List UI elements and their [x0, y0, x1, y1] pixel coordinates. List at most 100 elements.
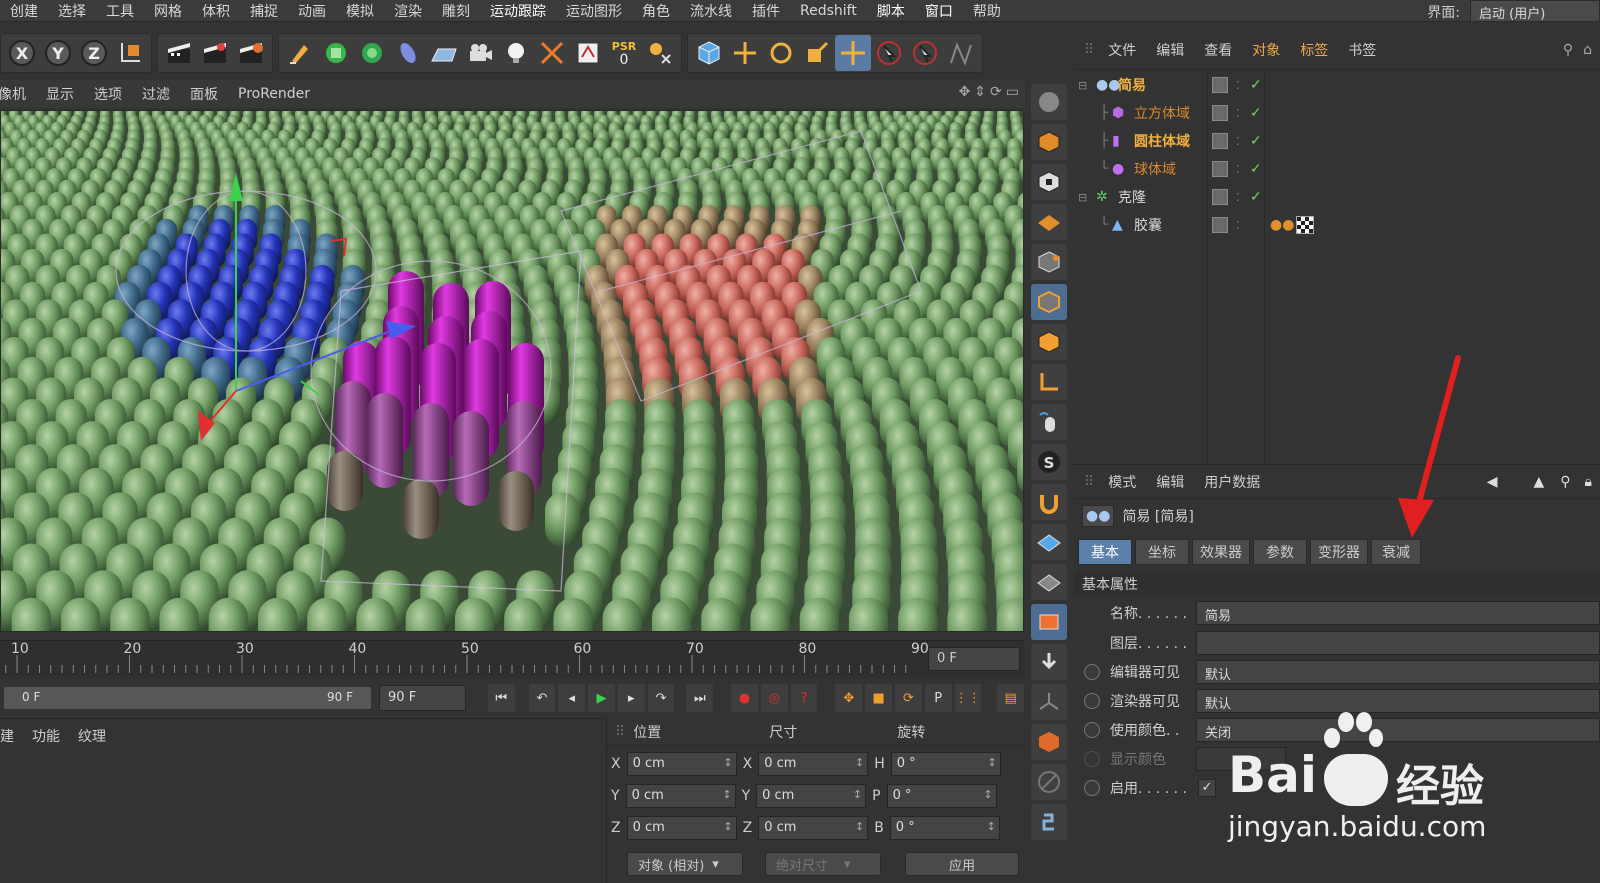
preview-range-slider[interactable]: 0 F 90 F	[4, 687, 372, 709]
om-menu-objects[interactable]: 对象	[1242, 40, 1290, 60]
python-icon[interactable]	[1031, 804, 1067, 840]
subdivision-icon[interactable]	[354, 35, 390, 71]
key-position-icon[interactable]: ✥	[835, 684, 863, 712]
search-icon[interactable]: ⚲	[1563, 42, 1573, 58]
make-editable-icon[interactable]	[1031, 84, 1067, 120]
menu-plugins[interactable]: 插件	[742, 1, 790, 21]
menu-snap[interactable]: 捕捉	[240, 1, 288, 21]
size-z-input[interactable]: 0 cm	[758, 816, 869, 840]
viewport-scene[interactable]	[1, 111, 1024, 632]
maximize-view-icon[interactable]: ▭	[1006, 84, 1019, 100]
menu-help[interactable]: 帮助	[963, 1, 1011, 21]
render-to-picture-viewer-icon[interactable]	[197, 35, 233, 71]
material-menu-function[interactable]: 功能	[32, 726, 60, 746]
tab-basic[interactable]: 基本	[1078, 539, 1132, 565]
live-selection-cube-icon[interactable]	[691, 35, 727, 71]
key-pla-icon[interactable]: ⋮⋮	[954, 684, 982, 712]
material-menu-texture[interactable]: 纹理	[78, 726, 106, 746]
pen-tool-icon[interactable]	[282, 35, 318, 71]
menu-pipeline[interactable]: 流水线	[680, 1, 742, 21]
layer-flag[interactable]	[1212, 105, 1228, 121]
tab-deformer[interactable]: 变形器	[1310, 539, 1368, 565]
menu-mograph[interactable]: 运动图形	[556, 1, 632, 21]
key-parameter-icon[interactable]: P	[924, 684, 952, 712]
tweak-mode-icon[interactable]	[1031, 404, 1067, 440]
tree-row-sphere-field[interactable]: └ ● 球体域 ⁚ ✓	[1074, 156, 1600, 182]
menu-create[interactable]: 创建	[0, 1, 48, 21]
tag-icon[interactable]	[570, 35, 606, 71]
visibility-dots[interactable]: ⁚	[1236, 79, 1240, 92]
move-cross-tool-icon[interactable]	[835, 35, 871, 71]
size-x-input[interactable]: 0 cm	[758, 752, 869, 776]
select-tool-2-icon[interactable]	[907, 35, 943, 71]
tab-parameter[interactable]: 参数	[1253, 539, 1307, 565]
pos-x-input[interactable]: 0 cm	[626, 752, 737, 776]
material-tag-icon[interactable]: ●●	[1270, 217, 1294, 233]
points-mode-icon[interactable]	[1031, 244, 1067, 280]
dolly-view-icon[interactable]: ⇕	[974, 84, 986, 100]
timeline-icon[interactable]: ▤	[997, 684, 1025, 712]
om-menu-bookmarks[interactable]: 书签	[1338, 40, 1386, 60]
go-to-start-icon[interactable]: ⏮	[487, 684, 515, 712]
render-view-icon[interactable]	[161, 35, 197, 71]
apply-button[interactable]: 应用	[905, 852, 1019, 876]
go-to-next-key-icon[interactable]: ↷	[647, 684, 675, 712]
light-icon[interactable]	[498, 35, 534, 71]
layer-flag[interactable]	[1212, 77, 1228, 93]
size-mode-dropdown[interactable]: 绝对尺寸 ▾	[765, 852, 881, 876]
model-mode-icon[interactable]	[1031, 124, 1067, 160]
rotate-view-icon[interactable]: ⟳	[990, 84, 1002, 100]
pos-y-input[interactable]: 0 cm	[625, 784, 736, 808]
viewport-menu-display[interactable]: 显示	[36, 84, 84, 104]
home-icon[interactable]: ⌂	[1583, 42, 1592, 58]
name-field[interactable]: 简易	[1196, 601, 1600, 625]
om-menu-edit[interactable]: 编辑	[1146, 40, 1194, 60]
coordinate-system-icon[interactable]	[112, 35, 148, 71]
om-menu-tags[interactable]: 标签	[1290, 40, 1338, 60]
axis-z-button[interactable]: Z	[76, 35, 112, 71]
rot-p-input[interactable]: 0 °	[886, 784, 997, 808]
visibility-dots[interactable]: ⁚	[1236, 163, 1240, 176]
texture-mode-icon[interactable]	[1031, 164, 1067, 200]
go-to-end-icon[interactable]: ⏭	[686, 684, 714, 712]
play-forward-icon[interactable]: ▶	[588, 684, 615, 712]
tree-row-simple[interactable]: ⊟ ●● 简易 ⁚ ✓	[1074, 72, 1600, 98]
axis-gizmo-icon[interactable]	[1031, 684, 1067, 720]
previous-frame-icon[interactable]: ◂	[558, 684, 586, 712]
enabled-check-icon[interactable]: ✓	[1250, 105, 1262, 121]
visibility-dots[interactable]: ⁚	[1236, 135, 1240, 148]
animate-radio[interactable]	[1084, 751, 1100, 767]
coordinate-mode-dropdown[interactable]: 对象 (相对) ▾	[627, 852, 743, 876]
move-tool-icon[interactable]	[727, 35, 763, 71]
layer-flag[interactable]	[1212, 189, 1228, 205]
menu-window[interactable]: 窗口	[915, 1, 963, 21]
cube-generator-icon[interactable]	[318, 35, 354, 71]
tree-row-cloner[interactable]: ⊟ ✲ 克隆 ⁚ ✓	[1074, 184, 1600, 210]
visibility-dots[interactable]: ⁚	[1236, 191, 1240, 204]
object-name[interactable]: 胶囊	[1134, 215, 1162, 235]
enabled-check-icon[interactable]: ✓	[1250, 133, 1262, 149]
viewport-menu-camera[interactable]: 摄像机	[0, 84, 36, 104]
psr-icon[interactable]: PSR 0	[606, 35, 642, 71]
floor-icon[interactable]	[426, 35, 462, 71]
editor-visible-dropdown[interactable]: 默认	[1196, 660, 1600, 684]
tree-row-cube-field[interactable]: ├ ⬢ 立方体域 ⁚ ✓	[1074, 100, 1600, 126]
effector-icon[interactable]	[534, 35, 570, 71]
animate-radio[interactable]	[1084, 780, 1100, 796]
menu-character[interactable]: 角色	[632, 1, 680, 21]
visibility-dots[interactable]: ⁚	[1236, 107, 1240, 120]
menu-redshift[interactable]: Redshift	[790, 3, 867, 19]
camera-icon[interactable]	[462, 35, 498, 71]
rot-b-input[interactable]: 0 °	[889, 816, 1000, 840]
axis-y-button[interactable]: Y	[40, 35, 76, 71]
animate-radio[interactable]	[1084, 722, 1100, 738]
solo-icon[interactable]: S	[1031, 444, 1067, 480]
viewport-menu-panel[interactable]: 面板	[180, 84, 228, 104]
disabled-icon[interactable]	[1031, 764, 1067, 800]
polygons-mode-icon[interactable]	[1031, 324, 1067, 360]
visibility-dots[interactable]: ⁚	[1236, 219, 1240, 232]
render-settings-icon[interactable]	[233, 35, 269, 71]
back-arrow-icon[interactable]: ◀	[1487, 474, 1498, 490]
layer-flag[interactable]	[1212, 161, 1228, 177]
viewport-solo-icon[interactable]	[1031, 604, 1067, 640]
